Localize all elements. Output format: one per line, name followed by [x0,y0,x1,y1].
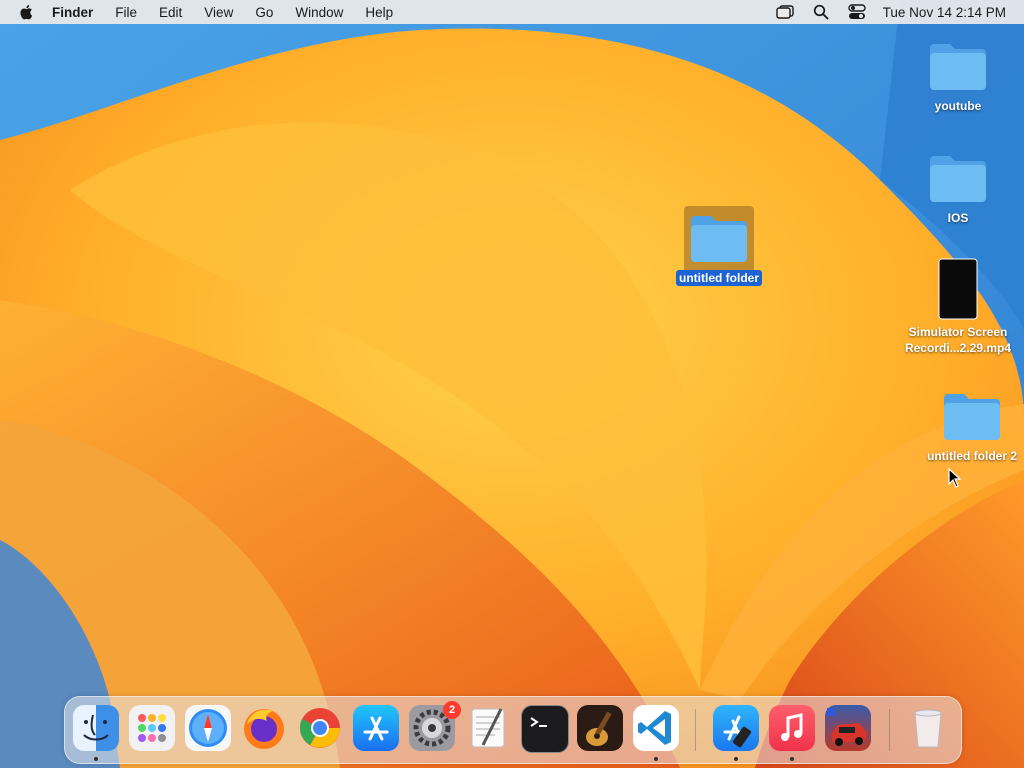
running-indicator [654,757,658,761]
menu-window[interactable]: Window [295,5,343,20]
mouse-cursor-icon [948,468,962,488]
dock-separator [695,709,696,751]
menu-view[interactable]: View [204,5,233,20]
desktop-wallpaper [0,0,1024,768]
desktop-item-label: youtube [934,99,982,113]
dock-simulator-icon[interactable] [713,705,759,751]
apple-menu-icon[interactable] [18,3,36,21]
folder-icon [930,156,986,202]
folder-icon [930,44,986,90]
dock-vscode-icon[interactable] [633,705,679,751]
dock-separator [889,709,890,751]
dock-garageband-icon[interactable] [577,705,623,751]
dock-game-icon[interactable] [825,705,871,751]
dock-firefox-icon[interactable] [241,705,287,751]
dock-chrome-icon[interactable] [297,705,343,751]
desktop-item-untitled-folder[interactable]: untitled folder [668,210,770,286]
desktop-item-label: untitled folder 2 [927,449,1017,463]
running-indicator [734,757,738,761]
dock-app-store-icon[interactable] [353,705,399,751]
desktop-item-label: untitled folder [676,270,762,286]
desktop-item-untitled-folder-2[interactable]: untitled folder 2 [920,388,1024,464]
notification-badge: 2 [443,701,461,719]
dock-safari-icon[interactable] [185,705,231,751]
menu-edit[interactable]: Edit [159,5,182,20]
desktop-item-label-line2: Recordi...2.29.mp4 [904,341,1012,355]
dock-textedit-icon[interactable] [465,705,511,751]
dock-system-settings-icon[interactable]: 2 [409,701,461,751]
menu-extras: Tue Nov 14 2:14 PM [775,0,1024,24]
menu-clock[interactable]: Tue Nov 14 2:14 PM [883,5,1006,20]
control-center-icon[interactable] [847,4,867,20]
desktop-item-ios[interactable]: IOS [920,150,996,226]
dock: 2 [64,696,962,764]
running-indicator [790,757,794,761]
folder-icon [944,394,1000,440]
dock-finder-icon[interactable] [73,705,119,751]
dock-terminal-icon[interactable] [521,705,569,753]
dock-trash-icon[interactable] [905,705,951,751]
menu-go[interactable]: Go [255,5,273,20]
dock-music-icon[interactable] [769,705,815,751]
menu-file[interactable]: File [115,5,137,20]
screen-mirroring-icon[interactable] [775,4,795,20]
desktop-item-video[interactable]: Simulator Screen Recordi...2.29.mp4 [896,258,1020,356]
desktop-item-label: IOS [947,211,969,225]
video-file-icon [938,258,978,320]
desktop-item-youtube[interactable]: youtube [920,38,996,114]
menu-help[interactable]: Help [365,5,393,20]
dock-launchpad-icon[interactable] [129,705,175,751]
running-indicator [94,757,98,761]
menu-app-name[interactable]: Finder [52,5,93,20]
desktop-item-label-line1: Simulator Screen [908,325,1008,339]
folder-icon [691,216,747,262]
menu-bar: Finder File Edit View Go Window Help Tue… [0,0,1024,24]
spotlight-search-icon[interactable] [811,4,831,20]
